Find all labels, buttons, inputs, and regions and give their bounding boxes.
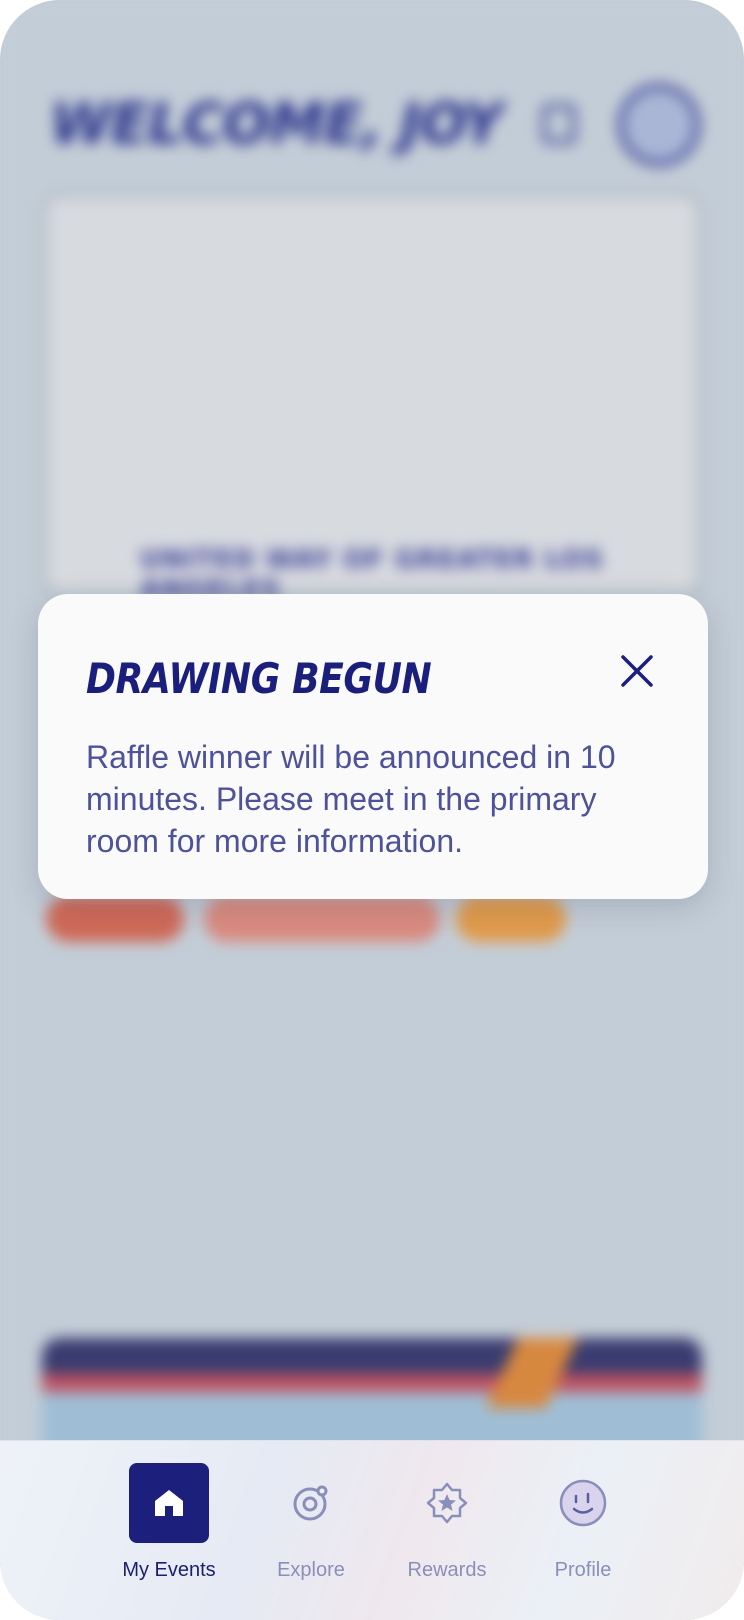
explore-icon bbox=[293, 1485, 328, 1521]
close-button[interactable] bbox=[612, 646, 662, 696]
close-icon bbox=[621, 655, 653, 687]
welcome-heading: WELCOME, JOY bbox=[50, 92, 503, 157]
event-tag-chip bbox=[204, 896, 440, 942]
tab-explore[interactable]: Explore bbox=[236, 1463, 386, 1603]
tab-label: Profile bbox=[554, 1559, 612, 1581]
search-icon bbox=[542, 104, 576, 144]
event-tag-chip bbox=[456, 896, 566, 942]
event-tag-chip bbox=[46, 896, 184, 942]
event-hero-card bbox=[40, 190, 704, 600]
drawing-alert-modal: DRAWING BEGUN Raffle winner will be anno… bbox=[38, 594, 708, 899]
tab-label: Explore bbox=[277, 1559, 345, 1581]
profile-face-icon bbox=[559, 1479, 607, 1527]
rewards-star-icon bbox=[426, 1482, 468, 1524]
tab-label: Rewards bbox=[407, 1559, 487, 1581]
bottom-tab-bar: My Events Explore Rewards Profile bbox=[0, 1440, 744, 1620]
modal-title: DRAWING BEGUN bbox=[86, 654, 432, 703]
avatar bbox=[618, 84, 700, 166]
home-icon bbox=[155, 1490, 183, 1516]
modal-message: Raffle winner will be announced in 10 mi… bbox=[86, 739, 616, 859]
tab-rewards[interactable]: Rewards bbox=[372, 1463, 522, 1603]
phone-screen: WELCOME, JOY UNITED WAY OF GREATER LOS A… bbox=[0, 0, 744, 1620]
tab-label: My Events bbox=[122, 1559, 216, 1581]
tab-profile[interactable]: Profile bbox=[508, 1463, 658, 1603]
tab-my-events[interactable]: My Events bbox=[94, 1463, 244, 1603]
